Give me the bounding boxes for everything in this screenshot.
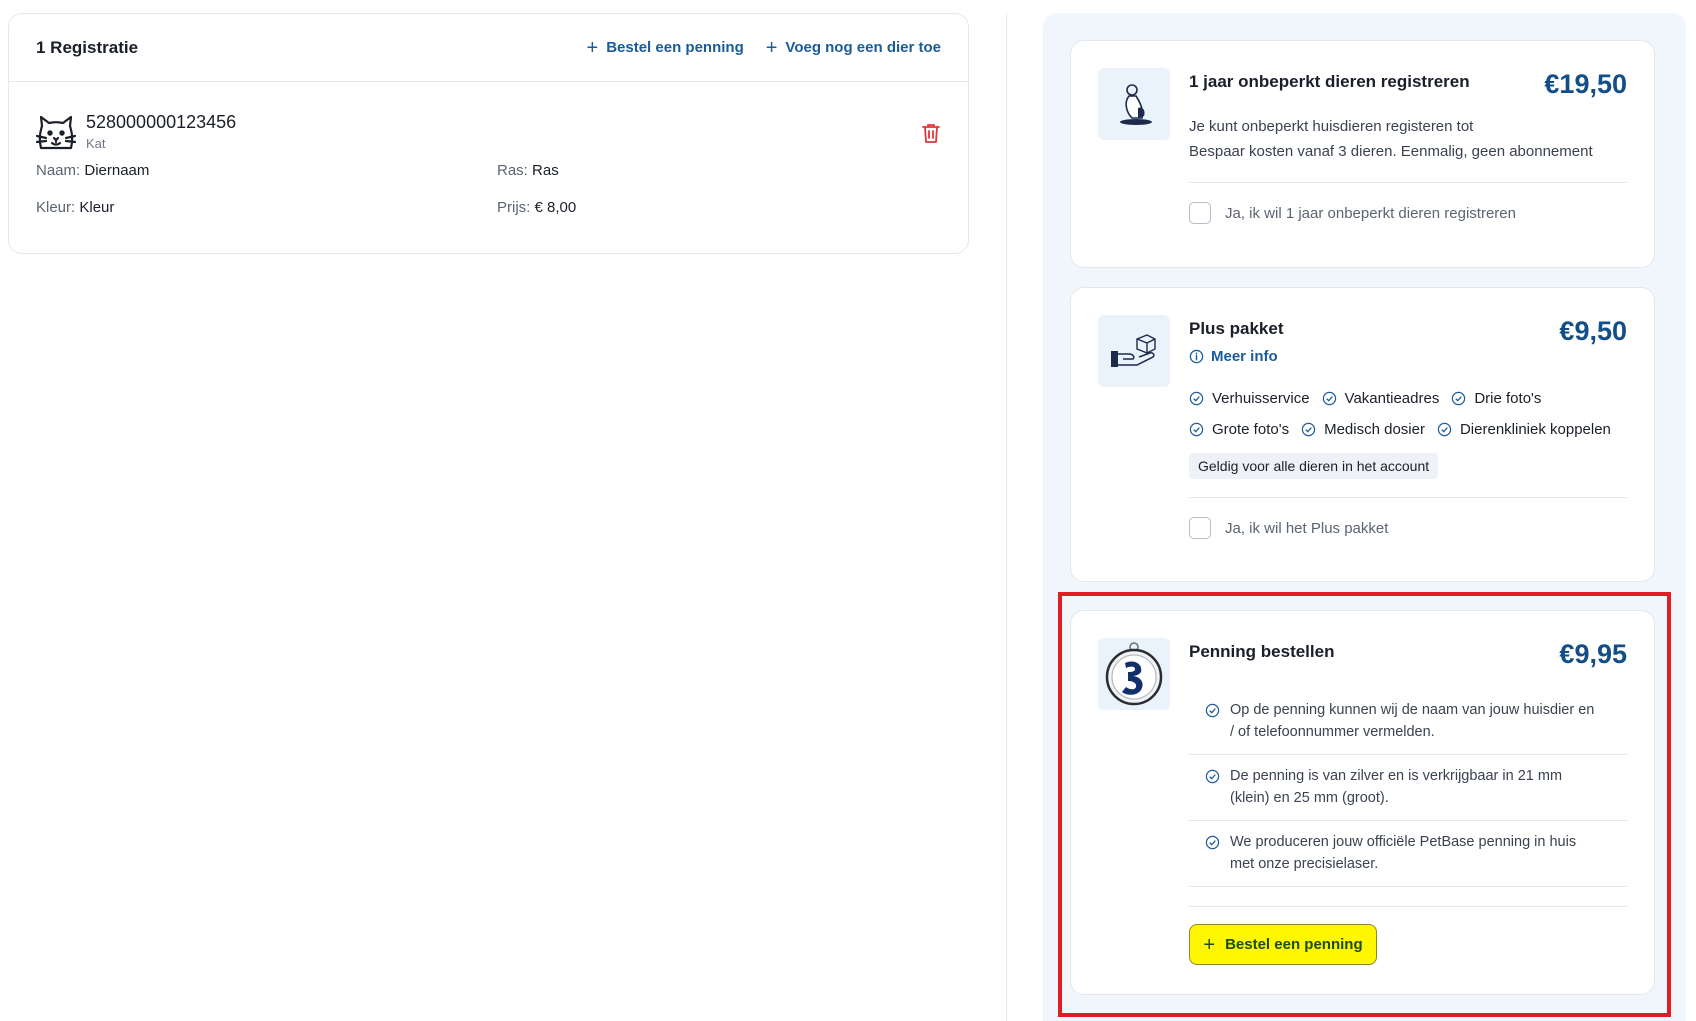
plus-checkbox[interactable] xyxy=(1189,517,1211,539)
unlimited-price: €19,50 xyxy=(1544,69,1627,99)
check-circle-icon xyxy=(1189,391,1204,406)
divider xyxy=(1189,182,1627,183)
plus-icon: + xyxy=(765,36,778,59)
color-label: Kleur: xyxy=(36,199,76,216)
check-circle-icon xyxy=(1205,769,1220,784)
divider xyxy=(1189,906,1627,907)
benefit-line: / of telefoonnummer vermelden. xyxy=(1230,724,1435,740)
price-value: € 8,00 xyxy=(534,199,577,216)
breed-label: Ras: xyxy=(497,162,528,179)
unlimited-description: Je kunt onbeperkt huisdieren registeren … xyxy=(1189,114,1593,164)
hand-with-package-icon xyxy=(1111,334,1156,367)
list-item: Op de penning kunnen wij de naam van jou… xyxy=(1189,689,1627,755)
plus-icon: + xyxy=(586,36,599,59)
animal-fields: Naam: Diernaam Ras: Ras Kleur: Kleur Pri… xyxy=(36,162,941,216)
plus-title: Plus pakket xyxy=(1189,319,1284,338)
unlimited-checkbox[interactable] xyxy=(1189,202,1211,224)
unlimited-checkbox-label: Ja, ik wil 1 jaar onbeperkt dieren regis… xyxy=(1225,204,1516,222)
list-item: We produceren jouw officiële PetBase pen… xyxy=(1189,821,1627,887)
feature-item: Medisch dosier xyxy=(1301,421,1425,438)
tag-illustration xyxy=(1098,638,1170,710)
feature-item: Dierenkliniek koppelen xyxy=(1437,421,1611,438)
check-circle-icon xyxy=(1322,391,1336,406)
plus-features-row2: Grote foto's Medisch dosier Dierenklinie… xyxy=(1189,421,1611,438)
plus-features-row1: Verhuisservice Vakantieadres Drie foto's xyxy=(1189,390,1541,407)
list-item: De penning is van zilver en is verkrijgb… xyxy=(1189,755,1627,821)
column-divider xyxy=(1006,13,1007,1021)
unlimited-title: 1 jaar onbeperkt dieren registreren xyxy=(1189,72,1470,91)
divider xyxy=(1189,497,1627,498)
header-actions: + Bestel een penning + Voeg nog een dier… xyxy=(587,38,941,58)
tag-benefits-list: Op de penning kunnen wij de naam van jou… xyxy=(1189,689,1627,887)
feature-label: Drie foto's xyxy=(1474,390,1542,407)
check-circle-icon xyxy=(1205,835,1220,850)
order-tag-button-label: Bestel een penning xyxy=(1225,936,1363,953)
breed-value: Ras xyxy=(532,162,559,179)
feature-item: Grote foto's xyxy=(1189,421,1289,438)
plus-option-card: Plus pakket €9,50 Meer info Verhuisservi… xyxy=(1070,287,1655,582)
tag-price: €9,95 xyxy=(1559,639,1627,669)
check-circle-icon xyxy=(1189,422,1204,437)
animal-entry: 528000000123456 Kat Naam: Diernaam Ras: … xyxy=(9,82,968,216)
color-value: Kleur xyxy=(79,199,115,216)
name-label: Naam: xyxy=(36,162,81,179)
benefit-line: We produceren jouw officiële PetBase pen… xyxy=(1230,834,1577,850)
add-animal-link[interactable]: + Voeg nog een dier toe xyxy=(766,38,941,58)
feature-item: Verhuisservice xyxy=(1189,390,1310,407)
tag-title: Penning bestellen xyxy=(1189,642,1335,661)
unlimited-desc-line2: Bespaar kosten vanaf 3 dieren. Eenmalig,… xyxy=(1189,143,1593,160)
order-tag-button[interactable]: + Bestel een penning xyxy=(1189,924,1377,965)
tag-option-card: Penning bestellen €9,95 Op de penning ku… xyxy=(1070,610,1655,995)
plus-checkbox-label: Ja, ik wil het Plus pakket xyxy=(1225,519,1389,537)
pet-tag-icon xyxy=(1105,642,1163,706)
check-circle-icon xyxy=(1301,422,1316,437)
species-label: Kat xyxy=(86,136,106,151)
feature-label: Grote foto's xyxy=(1212,421,1290,438)
registration-card: 1 Registratie + Bestel een penning + Voe… xyxy=(8,13,969,254)
feature-label: Verhuisservice xyxy=(1212,390,1310,407)
check-circle-icon xyxy=(1437,422,1452,437)
unlimited-checkbox-row[interactable]: Ja, ik wil 1 jaar onbeperkt dieren regis… xyxy=(1189,202,1516,224)
add-animal-label: Voeg nog een dier toe xyxy=(785,39,941,56)
feature-label: Dierenkliniek koppelen xyxy=(1459,421,1611,438)
registration-title: 1 Registratie xyxy=(36,37,139,57)
order-tag-label: Bestel een penning xyxy=(606,39,744,56)
feature-item: Vakantieadres xyxy=(1322,390,1440,407)
plus-validity-badge: Geldig voor alle dieren in het account xyxy=(1189,453,1439,479)
benefit-line: (klein) en 25 mm (groot). xyxy=(1230,790,1389,806)
unlimited-illustration xyxy=(1098,68,1170,140)
info-icon xyxy=(1189,349,1204,364)
benefit-line: Op de penning kunnen wij de naam van jou… xyxy=(1230,702,1595,718)
trash-icon[interactable] xyxy=(921,122,941,144)
plus-price: €9,50 xyxy=(1559,316,1627,346)
order-tag-link[interactable]: + Bestel een penning xyxy=(587,38,744,58)
plus-illustration xyxy=(1098,315,1170,387)
feature-item: Drie foto's xyxy=(1451,390,1541,407)
plus-checkbox-row[interactable]: Ja, ik wil het Plus pakket xyxy=(1189,517,1388,539)
unlimited-desc-line1: Je kunt onbeperkt huisdieren registeren … xyxy=(1189,118,1474,135)
unlimited-option-card: 1 jaar onbeperkt dieren registreren €19,… xyxy=(1070,40,1655,268)
registration-header: 1 Registratie + Bestel een penning + Voe… xyxy=(9,14,968,82)
more-info-link[interactable]: Meer info xyxy=(1189,348,1278,365)
person-with-pet-icon xyxy=(1120,84,1152,125)
price-label: Prijs: xyxy=(497,199,531,216)
cat-icon xyxy=(36,115,76,150)
feature-label: Vakantieadres xyxy=(1344,390,1440,407)
check-circle-icon xyxy=(1452,391,1466,406)
benefit-line: met onze precisielaser. xyxy=(1230,856,1379,872)
name-value: Diernaam xyxy=(84,162,150,179)
check-circle-icon xyxy=(1205,703,1220,718)
feature-label: Medisch dosier xyxy=(1324,421,1425,438)
plus-icon: + xyxy=(1203,933,1216,956)
benefit-line: De penning is van zilver en is verkrijgb… xyxy=(1230,768,1563,784)
more-info-label: Meer info xyxy=(1211,348,1278,365)
chip-number: 528000000123456 xyxy=(86,112,237,132)
